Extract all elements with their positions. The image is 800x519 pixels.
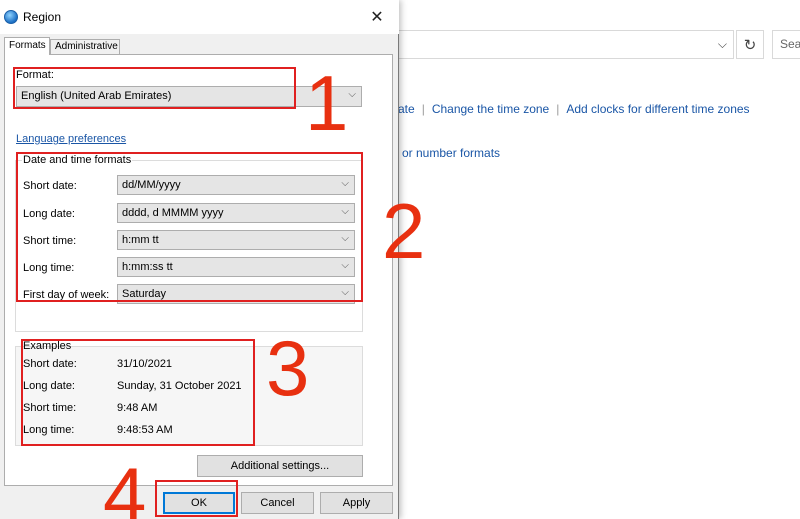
tab-formats[interactable]: Formats (4, 37, 50, 55)
chevron-down-icon: ⌵ (341, 178, 349, 189)
first-day-select[interactable]: Saturday ⌵ (117, 284, 355, 304)
ok-button[interactable]: OK (163, 492, 235, 514)
link-set-date[interactable]: ate (398, 102, 415, 116)
cancel-button[interactable]: Cancel (241, 492, 314, 514)
search-input[interactable]: Sea (772, 30, 800, 59)
refresh-icon[interactable]: ↻ (736, 30, 764, 59)
chevron-down-icon: ⌵ (341, 287, 349, 298)
short-date-value: dd/MM/yyyy (122, 179, 181, 191)
chevron-down-icon[interactable]: ⌵ (718, 37, 727, 52)
long-date-value: dddd, d MMMM yyyy (122, 207, 224, 219)
language-preferences-link[interactable]: Language preferences (16, 133, 126, 145)
annotation-number-2: 2 (382, 187, 426, 275)
address-bar[interactable]: ⌵ (392, 30, 734, 59)
short-date-select[interactable]: dd/MM/yyyy ⌵ (117, 175, 355, 195)
link-number-formats[interactable]: or number formats (402, 146, 500, 160)
chevron-down-icon: ⌵ (341, 233, 349, 244)
first-day-value: Saturday (122, 288, 167, 300)
short-time-label: Short time: (23, 235, 77, 247)
format-select-value: English (United Arab Emirates) (21, 90, 172, 102)
apply-button[interactable]: Apply (320, 492, 393, 514)
example-long-date-label: Long date: (23, 380, 75, 392)
first-day-label: First day of week: (23, 289, 110, 301)
tab-administrative[interactable]: Administrative (50, 39, 120, 54)
short-time-value: h:mm tt (122, 234, 159, 246)
date-time-links: ate | Change the time zone | Add clocks for … (398, 102, 750, 116)
globe-icon (4, 10, 18, 24)
annotation-number-3: 3 (266, 324, 310, 412)
example-short-date-value: 31/10/2021 (117, 358, 173, 370)
group-title: Date and time formats (22, 154, 133, 166)
example-short-time-value: 9:48 AM (117, 402, 158, 414)
format-label: Format: (16, 69, 54, 81)
annotation-number-1: 1 (305, 59, 349, 147)
title-bar: Region ✕ (0, 0, 399, 34)
example-short-date-label: Short date: (23, 358, 77, 370)
short-date-label: Short date: (23, 180, 77, 192)
short-time-select[interactable]: h:mm tt ⌵ (117, 230, 355, 250)
long-time-value: h:mm:ss tt (122, 261, 173, 273)
example-long-date-value: Sunday, 31 October 2021 (117, 380, 242, 392)
long-date-label: Long date: (23, 208, 75, 220)
link-add-clocks[interactable]: Add clocks for different time zones (566, 102, 749, 116)
chevron-down-icon: ⌵ (341, 206, 349, 217)
link-separator: | (421, 102, 425, 116)
example-long-time-label: Long time: (23, 424, 75, 436)
link-separator: | (556, 102, 560, 116)
long-time-label: Long time: (23, 262, 75, 274)
link-change-time-zone[interactable]: Change the time zone (432, 102, 549, 116)
dialog-title: Region (23, 10, 62, 24)
additional-settings-button[interactable]: Additional settings... (197, 455, 363, 477)
examples-title: Examples (23, 340, 72, 352)
long-time-select[interactable]: h:mm:ss tt ⌵ (117, 257, 355, 277)
long-date-select[interactable]: dddd, d MMMM yyyy ⌵ (117, 203, 355, 223)
chevron-down-icon: ⌵ (341, 260, 349, 271)
example-short-time-label: Short time: (23, 402, 77, 414)
chevron-down-icon: ⌵ (348, 89, 356, 100)
example-long-time-value: 9:48:53 AM (117, 424, 173, 436)
annotation-number-4: 4 (103, 451, 147, 519)
close-icon[interactable]: ✕ (355, 0, 399, 34)
